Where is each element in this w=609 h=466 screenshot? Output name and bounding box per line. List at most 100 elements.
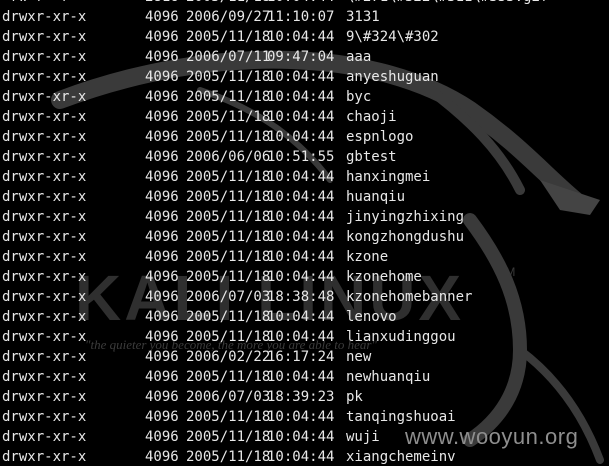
- size-text: 4096: [145, 409, 179, 425]
- time-text: 10:04:44: [267, 0, 334, 7]
- date-text: 2005/11/18: [186, 189, 271, 205]
- size-text: 4096: [145, 29, 179, 45]
- time-text: 10:04:44: [267, 329, 335, 345]
- permissions-text: drwxr-xr-x: [2, 209, 87, 225]
- date-text: 2005/11/18: [186, 0, 270, 7]
- date-text: 2005/11/18: [186, 269, 271, 285]
- date-text: 2006/07/03: [186, 389, 271, 405]
- permissions-text: drwxr-xr-x: [2, 169, 87, 185]
- filename-text: huanqiu: [346, 189, 406, 205]
- size-text: 4096: [145, 89, 179, 105]
- filename-text: hanxingmei: [346, 169, 431, 185]
- time-text: 10:04:44: [267, 429, 335, 445]
- filename-text: lenovo: [346, 309, 397, 325]
- date-text: 2005/11/18: [186, 169, 271, 185]
- time-text: 10:04:44: [267, 29, 335, 45]
- permissions-text: drwxr-xr-x: [2, 49, 87, 65]
- time-text: 10:04:44: [267, 129, 335, 145]
- filename-text: kongzhongdushu: [346, 229, 465, 245]
- size-text: 4096: [145, 269, 179, 285]
- size-text: 4096: [145, 69, 179, 85]
- date-text: 2005/11/18: [186, 129, 271, 145]
- time-text: 10:04:44: [267, 229, 335, 245]
- permissions-text: drwxr-xr-x: [2, 129, 87, 145]
- site-watermark: www.wooyun.org: [405, 424, 579, 449]
- size-text: 4096: [145, 9, 179, 25]
- permissions-text: drwxr-xr-x: [2, 229, 87, 245]
- date-text: 2005/11/18: [186, 109, 271, 125]
- size-text: 4096: [145, 229, 179, 245]
- size-text: 4096: [145, 329, 179, 345]
- size-text: 4096: [145, 149, 179, 165]
- permissions-text: drwxr-xr-x: [2, 309, 87, 325]
- date-text: 2005/11/18: [186, 429, 271, 445]
- date-text: 2005/11/18: [186, 229, 271, 245]
- size-text: 4096: [145, 289, 179, 305]
- size-text: 4096: [145, 249, 179, 265]
- size-text: 4096: [145, 449, 179, 465]
- size-text: 4096: [145, 109, 179, 125]
- time-text: 10:04:44: [267, 409, 335, 425]
- size-text: 4096: [145, 49, 179, 65]
- permissions-text: drwxr-xr-x: [2, 329, 87, 345]
- permissions-text: drwxr-xr-x: [2, 369, 87, 385]
- permissions-text: drwxr-xr-x: [2, 189, 87, 205]
- date-text: 2005/11/18: [186, 209, 271, 225]
- permissions-text: drwxr-xr-x: [2, 149, 87, 165]
- time-text: 10:04:44: [267, 249, 335, 265]
- time-text: 10:04:44: [267, 269, 335, 285]
- date-text: 2005/11/18: [186, 69, 271, 85]
- size-text: 4096: [145, 209, 179, 225]
- time-text: 10:04:44: [267, 89, 335, 105]
- filename-text: espnlogo: [346, 129, 414, 145]
- filename-text: \#271\#322\#311\#353.gif: [346, 0, 548, 7]
- permissions-text: drwxr-xr-x: [2, 29, 87, 45]
- date-text: 2006/06/06: [186, 149, 271, 165]
- filename-text: anyeshuguan: [346, 69, 439, 85]
- filename-text: pk: [346, 389, 363, 405]
- size-text: 4096: [145, 389, 179, 405]
- time-text: 10:04:44: [267, 309, 335, 325]
- date-text: 2005/11/18: [186, 309, 271, 325]
- date-text: 2006/07/03: [186, 289, 271, 305]
- date-text: 2005/11/18: [186, 369, 271, 385]
- permissions-text: drwxr-xr-x: [2, 9, 87, 25]
- permissions-text: drwxr-xr-x: [2, 69, 87, 85]
- size-text: 4096: [145, 189, 179, 205]
- size-text: 4096: [145, 129, 179, 145]
- time-text: 09:47:04: [267, 49, 335, 65]
- filename-text: lianxudinggou: [346, 329, 456, 345]
- permissions-text: drwxr-xr-x: [2, 289, 87, 305]
- time-text: 10:04:44: [267, 449, 335, 465]
- filename-text: 3131: [346, 9, 380, 25]
- size-text: 4096: [145, 349, 179, 365]
- time-text: 11:10:07: [267, 9, 335, 25]
- filename-text: jinyingzhixing: [346, 209, 465, 225]
- terminal-window[interactable]: KALI LINUX TM "the quieter you become, t…: [0, 0, 609, 466]
- time-text: 10:51:55: [267, 149, 335, 165]
- size-text: 4096: [145, 169, 179, 185]
- size-text: 2816: [145, 0, 179, 7]
- time-text: 10:04:44: [267, 109, 335, 125]
- permissions-text: drwxr-xr-x: [2, 429, 87, 445]
- permissions-text: drwxr-xr-x: [2, 249, 87, 265]
- time-text: 16:17:24: [267, 349, 335, 365]
- size-text: 4096: [145, 369, 179, 385]
- kali-trademark: TM: [498, 265, 515, 279]
- date-text: 2005/11/18: [186, 29, 271, 45]
- permissions-text: -rw-r--r--: [2, 0, 86, 7]
- date-text: 2006/07/11: [186, 49, 271, 65]
- date-text: 2005/11/18: [186, 409, 271, 425]
- permissions-text: drwxr-xr-x: [2, 269, 87, 285]
- date-text: 2005/11/18: [186, 89, 271, 105]
- time-text: 18:39:23: [267, 389, 335, 405]
- time-text: 10:04:44: [267, 369, 335, 385]
- date-text: 2006/09/27: [186, 9, 271, 25]
- time-text: 10:04:44: [267, 169, 335, 185]
- filename-text: aaa: [346, 49, 372, 65]
- time-text: 10:04:44: [267, 209, 335, 225]
- permissions-text: drwxr-xr-x: [2, 389, 87, 405]
- filename-text: wuji: [346, 429, 380, 445]
- permissions-text: drwxr-xr-x: [2, 349, 87, 365]
- permissions-text: drwxr-xr-x: [2, 109, 87, 125]
